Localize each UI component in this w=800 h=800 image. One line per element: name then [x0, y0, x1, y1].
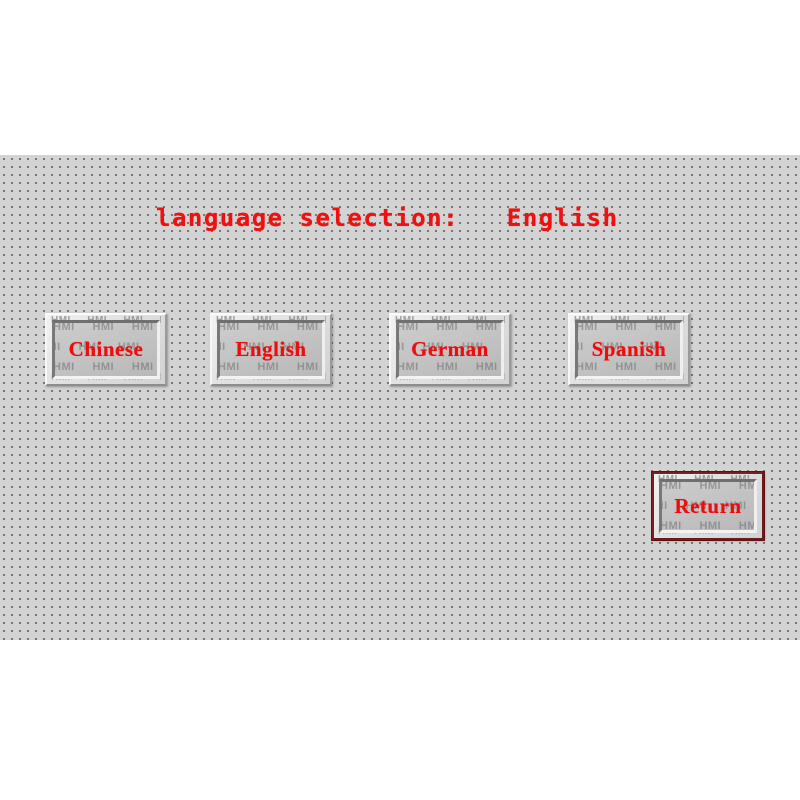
button-face: HMI HMI HMI HMIHMI HMI HMI HMIHMI HMI HM… [217, 320, 325, 379]
button-label: German [411, 337, 489, 361]
page-title: language selection: English [156, 204, 619, 232]
button-face: HMI HMI HMI HMIHMI HMI HMI HMIHMI HMI HM… [659, 479, 757, 533]
button-face: HMI HMI HMI HMIHMI HMI HMI HMIHMI HMI HM… [52, 320, 160, 379]
button-face: HMI HMI HMI HMIHMI HMI HMI HMIHMI HMI HM… [396, 320, 504, 379]
return-button[interactable]: HMI HMI HMI HMIHMI HMI HMI HMIHMI HMI HM… [651, 471, 765, 541]
button-label: Spanish [591, 337, 667, 361]
hmi-watermark-row: HMI HMI HMI HMI [660, 520, 757, 532]
hmi-watermark-row: HMI HMI HMI HMI [217, 377, 325, 379]
hmi-screen: language selection: English HMI HMI HMI … [0, 0, 800, 800]
hmi-watermark-row: HMI HMI HMI HMI [575, 377, 683, 379]
language-button-english[interactable]: HMI HMI HMI HMIHMI HMI HMI HMIHMI HMI HM… [210, 313, 332, 386]
language-button-german[interactable]: HMI HMI HMI HMIHMI HMI HMI HMIHMI HMI HM… [389, 313, 511, 386]
language-button-chinese[interactable]: HMI HMI HMI HMIHMI HMI HMI HMIHMI HMI HM… [45, 313, 167, 386]
button-face: HMI HMI HMI HMIHMI HMI HMI HMIHMI HMI HM… [575, 320, 683, 379]
button-label: Return [674, 493, 742, 518]
button-label: Chinese [68, 337, 144, 361]
language-button-spanish[interactable]: HMI HMI HMI HMIHMI HMI HMI HMIHMI HMI HM… [568, 313, 690, 386]
hmi-watermark-row: HMI HMI HMI HMI [576, 321, 677, 333]
hmi-watermark-row: HMI HMI HMI HMI [396, 377, 504, 379]
button-label: English [235, 337, 307, 361]
hmi-watermark-row: HMI HMI HMI HMI [52, 377, 160, 379]
hmi-watermark-row: HMI HMI HMI HMI [397, 321, 498, 333]
hmi-watermark-row: HMI HMI HMI HMI [53, 321, 154, 333]
hmi-watermark-row: HMI HMI HMI HMI [218, 321, 319, 333]
